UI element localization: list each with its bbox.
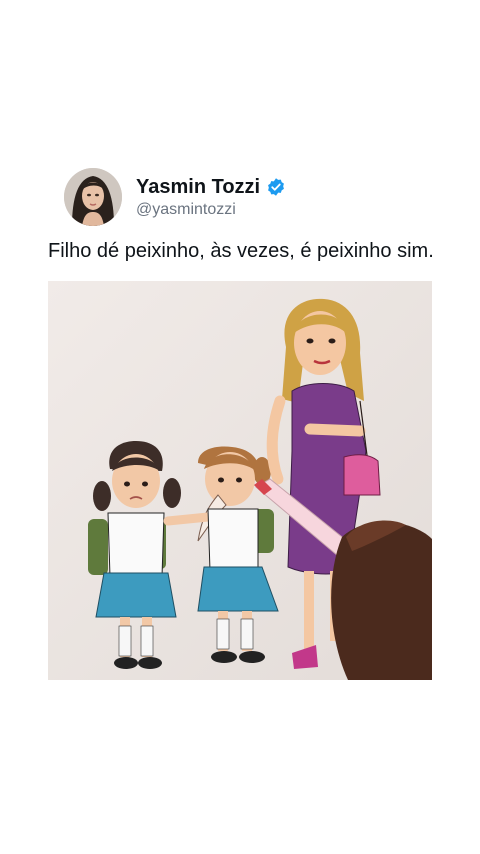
- tweet-text: Filho dé peixinho, às vezes, é peixinho …: [48, 240, 434, 262]
- illustration-image: [48, 281, 432, 680]
- verified-badge-icon: [266, 177, 286, 197]
- tweet-header: Yasmin Tozzi @yasmintozzi: [64, 168, 286, 226]
- display-name[interactable]: Yasmin Tozzi: [136, 176, 260, 199]
- avatar-portrait-icon: [64, 168, 122, 226]
- user-handle[interactable]: @yasmintozzi: [136, 201, 286, 219]
- tweet-media-image[interactable]: [48, 281, 432, 680]
- avatar[interactable]: [64, 168, 122, 226]
